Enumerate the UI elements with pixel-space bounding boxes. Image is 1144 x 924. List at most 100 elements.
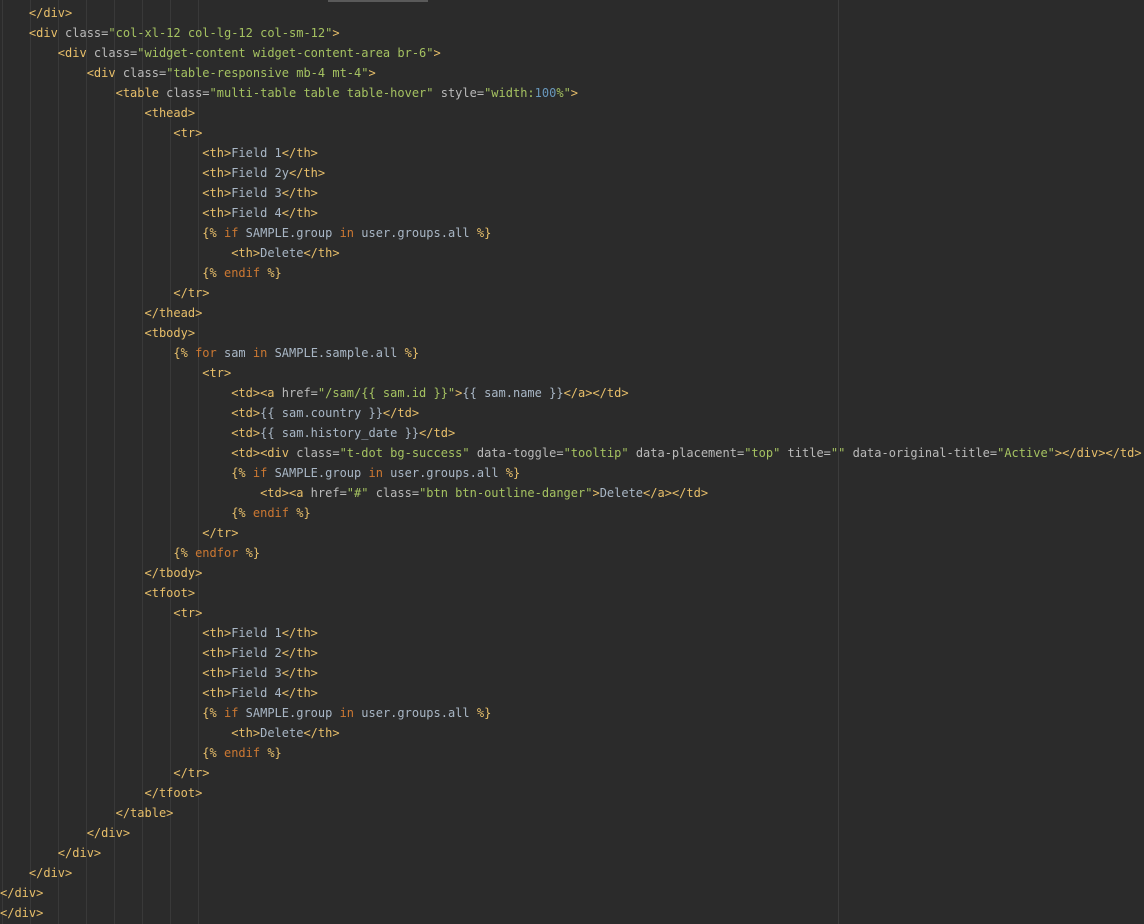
code-line[interactable]: </tr> — [0, 283, 210, 303]
code-token: <td><div — [0, 446, 297, 460]
code-line[interactable]: <td><div class="t-dot bg-success" data-t… — [0, 443, 1141, 463]
code-token: {% — [0, 506, 253, 520]
code-line[interactable]: <table class="multi-table table table-ho… — [0, 83, 578, 103]
code-token: <th> — [0, 626, 232, 640]
code-token: </tr> — [0, 286, 210, 300]
code-line[interactable]: <tbody> — [0, 323, 195, 343]
code-line[interactable]: {% endfor %} — [0, 543, 260, 563]
code-token: {{ sam.history_date }} — [260, 426, 420, 440]
code-line[interactable]: {% for sam in SAMPLE.sample.all %} — [0, 343, 419, 363]
code-line[interactable]: <td>{{ sam.history_date }}</td> — [0, 423, 455, 443]
code-line[interactable]: {% if SAMPLE.group in user.groups.all %} — [0, 223, 491, 243]
code-token: <tbody> — [0, 326, 196, 340]
code-token: </tbody> — [0, 566, 203, 580]
code-line[interactable]: <th>Field 4</th> — [0, 683, 318, 703]
code-token: 100 — [534, 86, 557, 100]
code-token: user.groups.all — [390, 466, 506, 480]
code-token: class= — [122, 66, 167, 80]
code-token: {% — [0, 546, 196, 560]
code-line[interactable]: <div class="widget-content widget-conten… — [0, 43, 441, 63]
code-token: </td> — [382, 406, 420, 420]
code-line[interactable]: </div> — [0, 823, 130, 843]
code-token: <th> — [0, 246, 261, 260]
code-token: Delete — [599, 486, 644, 500]
code-token: data-toggle= — [476, 446, 564, 460]
code-line[interactable]: {% endif %} — [0, 503, 311, 523]
code-token: "" — [830, 446, 853, 460]
code-line[interactable]: <tfoot> — [0, 583, 195, 603]
code-line[interactable]: <td><a href="#" class="btn btn-outline-d… — [0, 483, 708, 503]
code-line[interactable]: <tr> — [0, 123, 202, 143]
code-line[interactable]: <th>Field 3</th> — [0, 663, 318, 683]
code-token: </tfoot> — [0, 786, 203, 800]
code-token: <th> — [0, 686, 232, 700]
code-token: class= — [93, 46, 138, 60]
code-line[interactable]: </div> — [0, 843, 101, 863]
code-line[interactable]: </tr> — [0, 763, 209, 783]
code-line[interactable]: </thead> — [0, 303, 202, 323]
code-line[interactable]: <th>Delete</th> — [0, 243, 339, 263]
code-token: class= — [375, 486, 420, 500]
code-token: </th> — [303, 726, 340, 740]
code-token: %} — [245, 546, 261, 560]
code-token: %} — [267, 266, 282, 280]
code-line[interactable]: <tr> — [0, 363, 231, 383]
code-line[interactable]: {% endif %} — [0, 263, 282, 283]
code-token: %} — [267, 746, 282, 760]
code-token: {% — [0, 706, 224, 720]
code-token: %} — [476, 226, 492, 240]
code-line[interactable]: <th>Delete</th> — [0, 723, 340, 743]
horizontal-scrollbar-thumb[interactable] — [328, 0, 428, 2]
code-line[interactable]: </div> — [0, 3, 72, 23]
code-line[interactable]: <td>{{ sam.country }}</td> — [0, 403, 419, 423]
code-line[interactable]: <div class="table-responsive mb-4 mt-4"> — [0, 63, 376, 83]
code-line[interactable]: <th>Field 3</th> — [0, 183, 318, 203]
code-line[interactable]: {% if SAMPLE.group in user.groups.all %} — [0, 703, 491, 723]
code-token: in — [252, 346, 275, 360]
code-token: if — [223, 226, 246, 240]
code-line[interactable]: </div> — [0, 883, 43, 903]
code-line[interactable]: <th>Field 1</th> — [0, 143, 318, 163]
code-token: class= — [296, 446, 340, 460]
code-token: data-original-title= — [852, 446, 998, 460]
code-token: <th> — [0, 646, 232, 660]
code-token: "t-dot bg-success" — [339, 446, 477, 460]
code-line[interactable]: {% if SAMPLE.group in user.groups.all %} — [0, 463, 520, 483]
code-token: <td> — [0, 406, 261, 420]
code-token: </tr> — [0, 526, 239, 540]
code-token: %} — [404, 346, 420, 360]
code-token: </div> — [0, 886, 44, 900]
code-token: </div> — [0, 846, 102, 860]
code-line[interactable]: </tbody> — [0, 563, 202, 583]
code-token: {% — [0, 266, 224, 280]
code-token: <tr> — [0, 606, 203, 620]
code-line[interactable]: </table> — [0, 803, 174, 823]
code-token: <table — [0, 86, 167, 100]
code-token: </th> — [281, 146, 318, 160]
code-token: class= — [65, 26, 109, 40]
code-line[interactable]: <div class="col-xl-12 col-lg-12 col-sm-1… — [0, 23, 340, 43]
code-line[interactable]: <th>Field 2y</th> — [0, 163, 325, 183]
code-token: <div — [0, 26, 66, 40]
code-line[interactable]: </tfoot> — [0, 783, 202, 803]
code-token: style= — [440, 86, 485, 100]
code-line[interactable]: <th>Field 4</th> — [0, 203, 318, 223]
code-line[interactable]: <th>Field 2</th> — [0, 643, 318, 663]
code-token: "tooltip" — [563, 446, 636, 460]
code-line[interactable]: </div> — [0, 903, 43, 923]
code-token: %} — [505, 466, 521, 480]
code-line[interactable]: {% endif %} — [0, 743, 282, 763]
code-line[interactable]: <td><a href="/sam/{{ sam.id }}">{{ sam.n… — [0, 383, 628, 403]
code-token: endif — [223, 746, 268, 760]
code-token: <th> — [0, 726, 261, 740]
code-token: > — [433, 46, 441, 60]
code-line[interactable]: <thead> — [0, 103, 195, 123]
code-line[interactable]: <th>Field 1</th> — [0, 623, 318, 643]
code-line[interactable]: </tr> — [0, 523, 238, 543]
code-token: <th> — [0, 666, 232, 680]
code-line[interactable]: <tr> — [0, 603, 202, 623]
code-token: Delete — [260, 726, 304, 740]
code-editor[interactable]: </div> <div class="col-xl-12 col-lg-12 c… — [0, 0, 1144, 924]
code-token: Field 4 — [231, 686, 282, 700]
code-line[interactable]: </div> — [0, 863, 72, 883]
